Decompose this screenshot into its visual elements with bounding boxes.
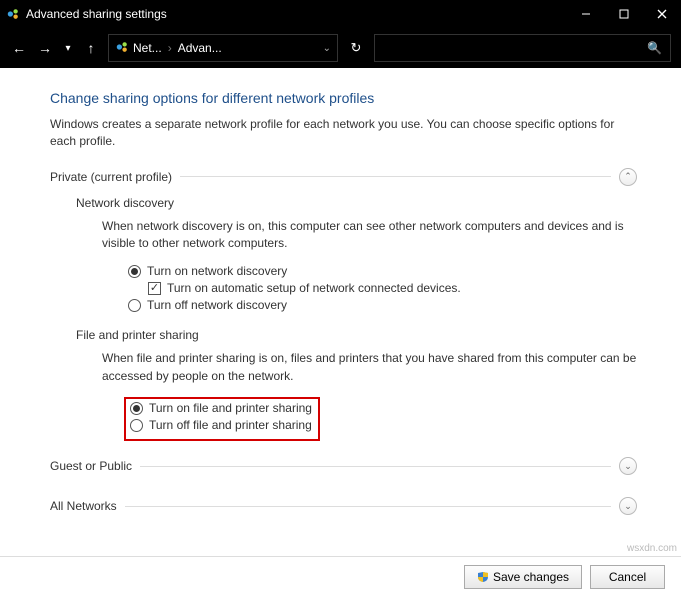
highlight-annotation: Turn on file and printer sharing Turn of…: [124, 397, 320, 441]
breadcrumb-separator: ›: [168, 41, 172, 55]
watermark: wsxdn.com: [627, 543, 677, 554]
minimize-button[interactable]: [567, 0, 605, 28]
radio-option-fp-off[interactable]: Turn off file and printer sharing: [130, 418, 312, 432]
subsection-description: When network discovery is on, this compu…: [102, 218, 637, 253]
section-header-guest: Guest or Public ⌄: [50, 457, 637, 475]
up-button[interactable]: ↑: [82, 40, 100, 56]
checkbox-label: Turn on automatic setup of network conne…: [167, 281, 461, 295]
subsection-description: When file and printer sharing is on, fil…: [102, 350, 637, 385]
address-dropdown-icon[interactable]: ⌄: [323, 43, 331, 54]
radio-label: Turn on network discovery: [147, 264, 287, 278]
cancel-button[interactable]: Cancel: [590, 565, 665, 589]
radio-label: Turn on file and printer sharing: [149, 401, 312, 415]
checkbox-checked-icon: ✓: [148, 282, 161, 295]
subsection-title: Network discovery: [76, 196, 637, 210]
radio-option-nd-off[interactable]: Turn off network discovery: [128, 298, 637, 312]
close-button[interactable]: [643, 0, 681, 28]
subsection-title: File and printer sharing: [76, 328, 637, 342]
button-label: Save changes: [493, 570, 569, 584]
section-header-private: Private (current profile) ⌃: [50, 168, 637, 186]
page-heading: Change sharing options for different net…: [50, 90, 637, 106]
radio-icon: [130, 419, 143, 432]
search-icon: 🔍: [647, 41, 662, 55]
expand-button[interactable]: ⌄: [619, 457, 637, 475]
back-button[interactable]: ←: [10, 40, 28, 56]
radio-checked-icon: [130, 402, 143, 415]
expand-button[interactable]: ⌄: [619, 497, 637, 515]
section-title: All Networks: [50, 499, 117, 513]
refresh-button[interactable]: ↻: [346, 40, 366, 56]
address-icon: [115, 40, 129, 57]
app-icon: [6, 7, 20, 21]
recent-dropdown[interactable]: ▾: [62, 43, 74, 54]
radio-label: Turn off file and printer sharing: [149, 418, 312, 432]
radio-option-nd-on[interactable]: Turn on network discovery: [128, 264, 637, 278]
checkbox-auto-setup[interactable]: ✓ Turn on automatic setup of network con…: [148, 281, 637, 295]
titlebar: Advanced sharing settings: [0, 0, 681, 28]
window-title: Advanced sharing settings: [26, 7, 167, 21]
button-label: Cancel: [609, 570, 646, 584]
search-input[interactable]: 🔍: [374, 34, 671, 62]
section-title: Private (current profile): [50, 170, 172, 184]
breadcrumb-item[interactable]: Advan...: [178, 41, 222, 55]
breadcrumb-item[interactable]: Net...: [133, 41, 162, 55]
footer: Save changes Cancel: [0, 556, 681, 596]
page-description: Windows creates a separate network profi…: [50, 116, 637, 150]
collapse-button[interactable]: ⌃: [619, 168, 637, 186]
section-title: Guest or Public: [50, 459, 132, 473]
radio-icon: [128, 299, 141, 312]
address-bar[interactable]: Net... › Advan... ⌄: [108, 34, 338, 62]
content-area: Change sharing options for different net…: [0, 68, 681, 535]
save-changes-button[interactable]: Save changes: [464, 565, 582, 589]
radio-checked-icon: [128, 265, 141, 278]
radio-label: Turn off network discovery: [147, 298, 287, 312]
maximize-button[interactable]: [605, 0, 643, 28]
radio-option-fp-on[interactable]: Turn on file and printer sharing: [130, 401, 312, 415]
forward-button[interactable]: →: [36, 40, 54, 56]
shield-icon: [477, 571, 489, 583]
navbar: ← → ▾ ↑ Net... › Advan... ⌄ ↻ 🔍: [0, 28, 681, 68]
section-header-all: All Networks ⌄: [50, 497, 637, 515]
